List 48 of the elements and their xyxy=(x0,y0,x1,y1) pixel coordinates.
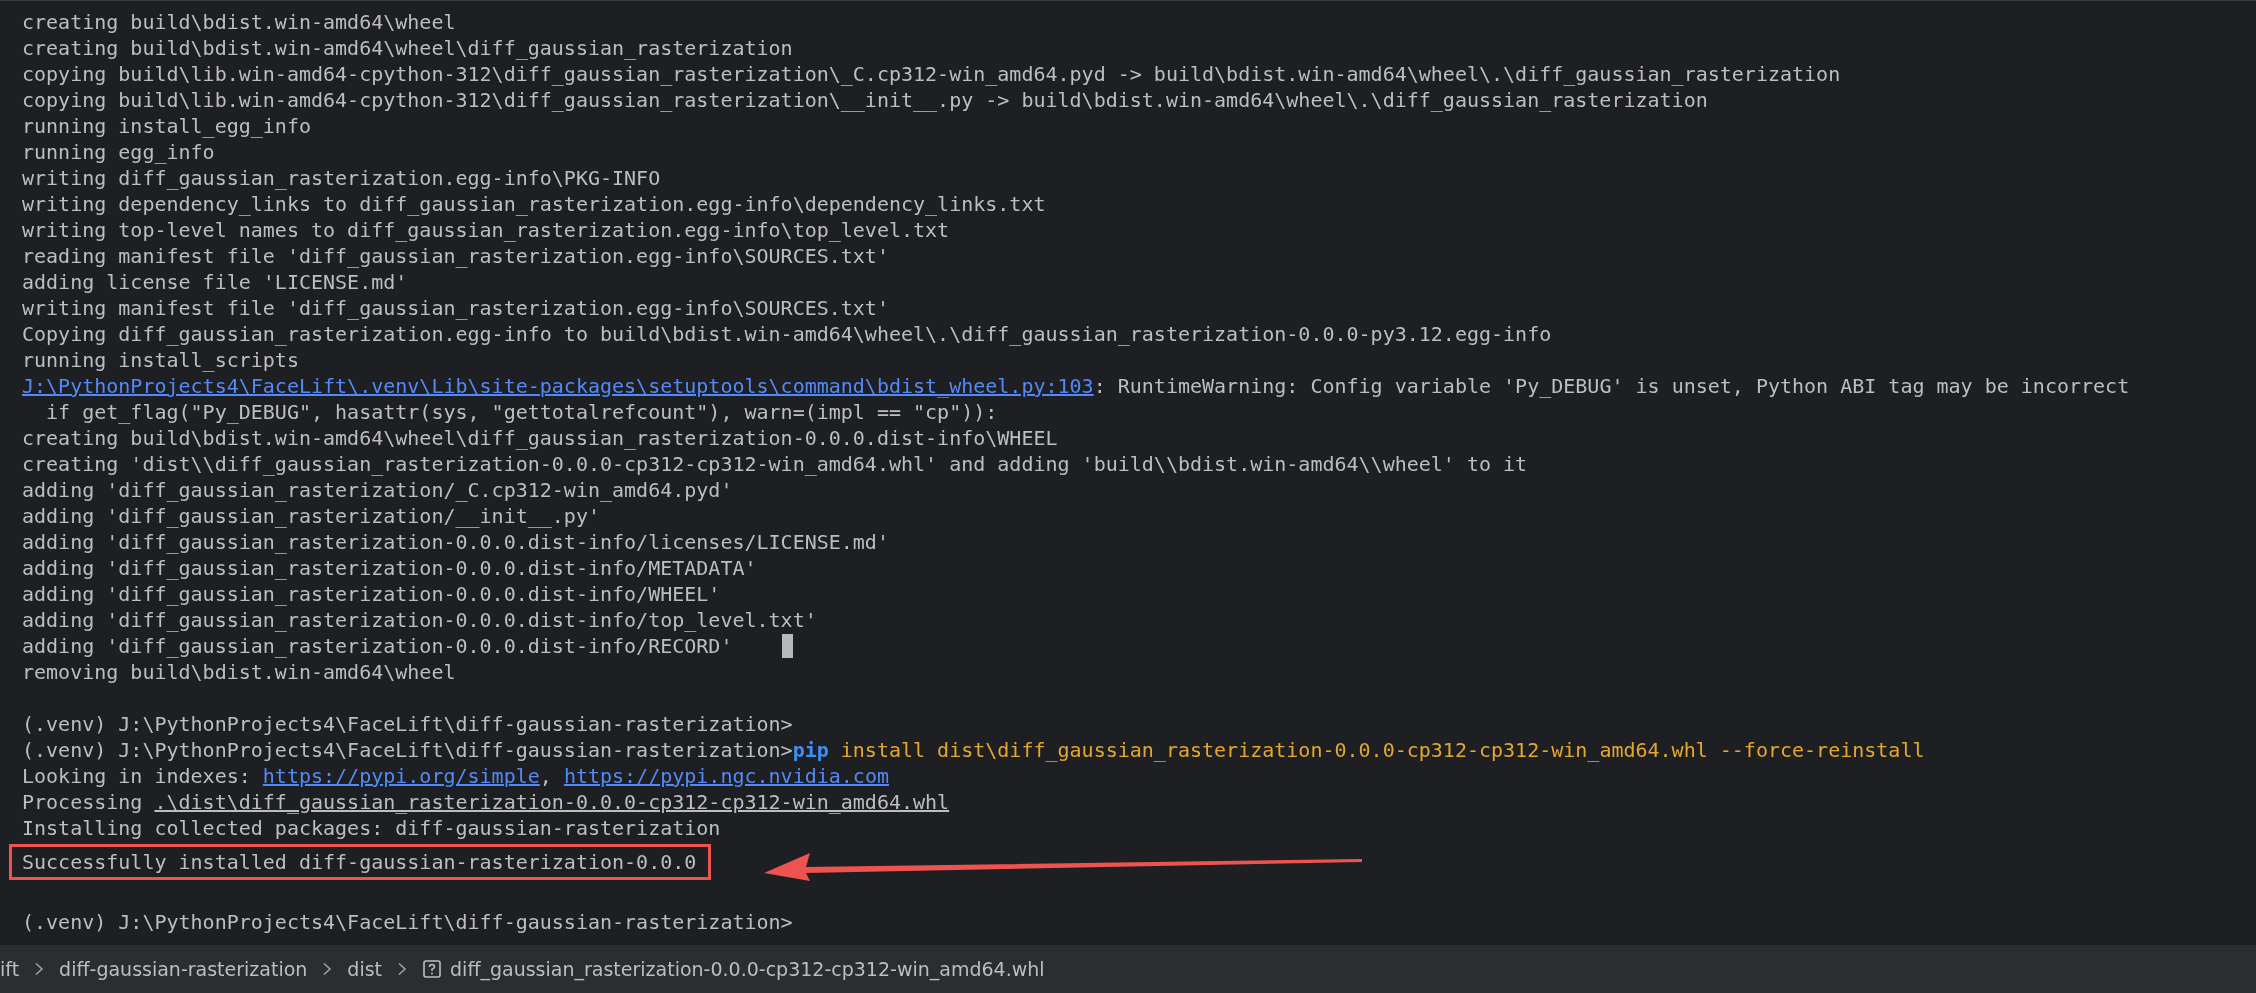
terminal-text: Copying diff_gaussian_rasterization.egg-info to build\bdist.win-amd64\wheel\.\diff_gaussian_rasterization-0.0.0-py3.12.egg-info xyxy=(22,321,1552,347)
chevron-right-icon xyxy=(33,962,46,976)
unknown-file-icon xyxy=(422,959,443,979)
terminal-text: : RuntimeWarning: Config variable 'Py_DEBUG' is unset, Python ABI tag may be incorrect xyxy=(1093,373,2130,399)
terminal-text: , xyxy=(539,763,553,789)
terminal-text: Looking in indexes: xyxy=(22,763,252,789)
terminal-text: adding 'diff_gaussian_rasterization-0.0.0.dist-info/WHEEL' xyxy=(22,581,721,607)
terminal-text: adding 'diff_gaussian_rasterization-0.0.0.dist-info/RECORD' xyxy=(22,633,733,659)
terminal-text: removing build\bdist.win-amd64\wheel xyxy=(22,659,456,685)
terminal-text: Installing collected packages: diff-gaussian-rasterization xyxy=(22,815,721,841)
breadcrumb-item[interactable]: diff_gaussian_rasterization-0.0.0-cp312-cp312-win_amd64.whl xyxy=(450,958,1045,980)
terminal-text: writing diff_gaussian_rasterization.egg-info\PKG-INFO xyxy=(22,165,661,191)
terminal-text: writing dependency_links to diff_gaussian_rasterization.egg-info\dependency_links.txt xyxy=(22,191,1046,217)
link[interactable]: J:\PythonProjects4\FaceLift\.venv\Lib\site-packages\setuptools\command\bdist_wheel.py:103 xyxy=(22,373,1094,399)
command-text: pip xyxy=(792,737,829,763)
terminal-text: creating build\bdist.win-amd64\wheel\diff_gaussian_rasterization xyxy=(22,35,793,61)
terminal-text: (.venv) J:\PythonProjects4\FaceLift\diff-gaussian-rasterization> xyxy=(22,711,793,737)
chevron-right-icon xyxy=(396,962,409,976)
terminal-text: adding 'diff_gaussian_rasterization-0.0.0.dist-info/licenses/LICENSE.md' xyxy=(22,529,889,555)
terminal-text: adding 'diff_gaussian_rasterization/__init__.py' xyxy=(22,503,600,529)
chevron-right-icon xyxy=(321,962,334,976)
terminal-text: adding 'diff_gaussian_rasterization-0.0.0.dist-info/METADATA' xyxy=(22,555,757,581)
terminal-text: if get_flag("Py_DEBUG", hasattr(sys, "gettotalrefcount"), warn=(impl == "cp")): xyxy=(45,399,998,425)
breadcrumb-item[interactable]: ift xyxy=(0,958,20,980)
terminal-text: (.venv) J:\PythonProjects4\FaceLift\diff-gaussian-rasterization> xyxy=(22,909,793,935)
breadcrumb-item[interactable]: dist xyxy=(347,958,383,980)
terminal-text: writing top-level names to diff_gaussian_rasterization.egg-info\top_level.txt xyxy=(22,217,950,243)
terminal-text: copying build\lib.win-amd64-cpython-312\diff_gaussian_rasterization\_C.cp312-win_amd64.pyd -> build\bdist.win-amd64\wheel\.\diff_gaussian_rasterization xyxy=(22,61,1841,87)
link[interactable]: https://pypi.org/simple xyxy=(262,763,540,789)
terminal-text: adding 'diff_gaussian_rasterization-0.0.0.dist-info/top_level.txt' xyxy=(22,607,817,633)
terminal-text: creating build\bdist.win-amd64\wheel\diff_gaussian_rasterization-0.0.0.dist-info\WHEEL xyxy=(22,425,1058,451)
terminal-text: adding license file 'LICENSE.md' xyxy=(22,269,408,295)
terminal-text: writing manifest file 'diff_gaussian_rasterization.egg-info\SOURCES.txt' xyxy=(22,295,889,321)
terminal-text: creating build\bdist.win-amd64\wheel xyxy=(22,9,456,35)
command-arguments: install dist\diff_gaussian_rasterization-0.0.0-cp312-cp312-win_amd64.whl --force-reinstall xyxy=(839,737,1925,763)
terminal-text: (.venv) J:\PythonProjects4\FaceLift\diff-gaussian-rasterization> xyxy=(22,737,793,763)
terminal-text: creating 'dist\\diff_gaussian_rasterization-0.0.0-cp312-cp312-win_amd64.whl' and adding 'build\\bdist.win-amd64\\wheel' to it xyxy=(22,451,1528,477)
terminal-text: Successfully installed diff-gaussian-rasterization-0.0.0 xyxy=(22,849,697,876)
terminal-text: Processing xyxy=(22,789,144,815)
terminal-text: running install_egg_info xyxy=(22,113,311,139)
terminal-text: reading manifest file 'diff_gaussian_rasterization.egg-info\SOURCES.txt' xyxy=(22,243,889,269)
link[interactable]: https://pypi.ngc.nvidia.com xyxy=(563,763,889,789)
terminal-text: adding 'diff_gaussian_rasterization/_C.cp312-win_amd64.pyd' xyxy=(22,477,733,503)
breadcrumb-item[interactable]: diff-gaussian-rasterization xyxy=(59,958,308,980)
terminal-text: running install_scripts xyxy=(22,347,299,373)
file-path-link[interactable]: .\dist\diff_gaussian_rasterization-0.0.0-cp312-cp312-win_amd64.whl xyxy=(154,789,950,815)
terminal-text: running egg_info xyxy=(22,139,215,165)
terminal-text: copying build\lib.win-amd64-cpython-312\diff_gaussian_rasterization\__init__.py -> build\bdist.win-amd64\wheel\.\diff_gaussian_rasterization xyxy=(22,87,1708,113)
